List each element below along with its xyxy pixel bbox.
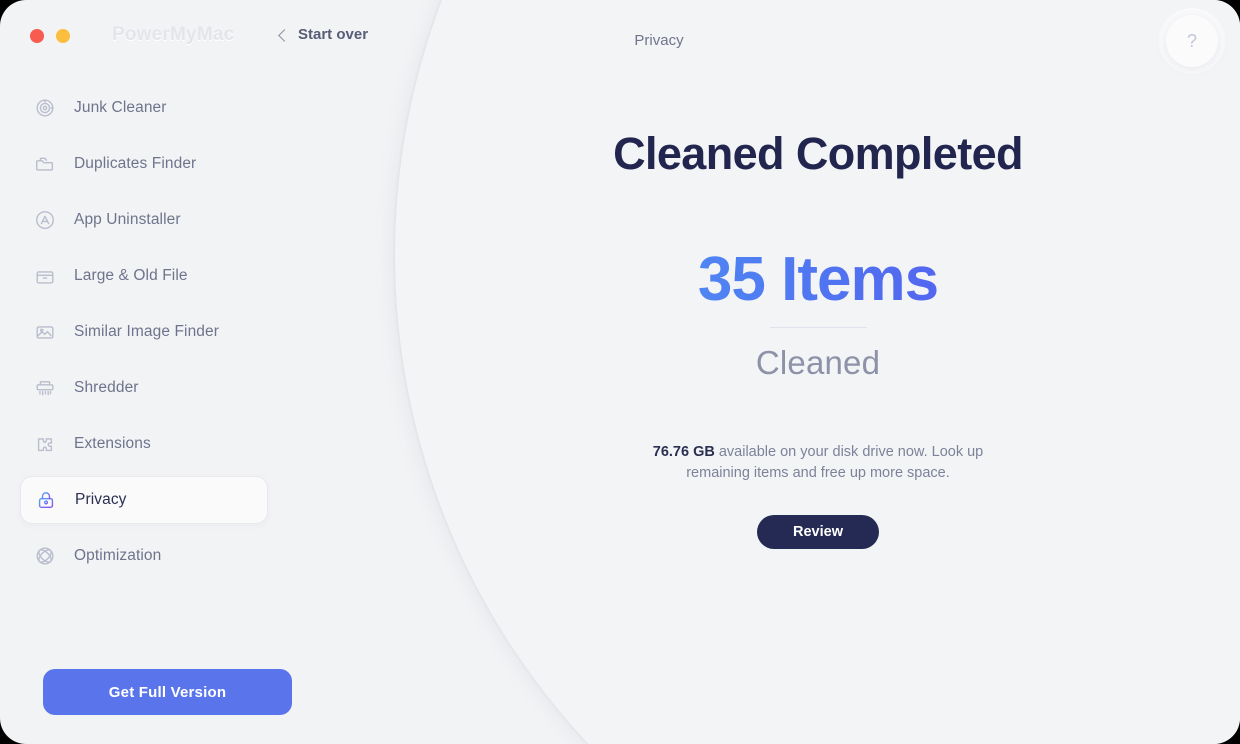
sidebar-item-label: Junk Cleaner	[74, 99, 167, 116]
app-circle-icon	[34, 209, 56, 231]
description-rest: available on your disk drive now. Look u…	[686, 444, 984, 481]
sidebar-item-app-uninstaller[interactable]: App Uninstaller	[20, 196, 270, 244]
app-window: PowerMyMac Start over Privacy ? Junk Cle…	[0, 0, 1240, 744]
puzzle-icon	[34, 433, 56, 455]
archive-box-icon	[34, 265, 56, 287]
review-button[interactable]: Review	[757, 515, 879, 549]
atom-icon	[34, 545, 56, 567]
question-mark-icon: ?	[1186, 30, 1197, 51]
sidebar-item-label: Similar Image Finder	[74, 323, 219, 340]
result-headline: Cleaned Completed	[613, 128, 1023, 179]
sidebar-item-label: Optimization	[74, 547, 162, 564]
sidebar-item-extensions[interactable]: Extensions	[20, 420, 270, 468]
main-content: Cleaned Completed 35 Items Cleaned 76.76…	[396, 72, 1240, 744]
sidebar-item-label: App Uninstaller	[74, 211, 181, 228]
page-title: Privacy	[634, 32, 684, 49]
sidebar-item-large-old-file[interactable]: Large & Old File	[20, 252, 270, 300]
divider	[770, 327, 867, 328]
sidebar-item-shredder[interactable]: Shredder	[20, 364, 270, 412]
sidebar-item-label: Shredder	[74, 379, 139, 396]
image-icon	[34, 321, 56, 343]
get-full-version-button[interactable]: Get Full Version	[43, 669, 292, 715]
sidebar-item-junk-cleaner[interactable]: Junk Cleaner	[20, 84, 270, 132]
disk-space-description: 76.76 GB available on your disk drive no…	[628, 442, 1008, 484]
lock-icon	[35, 489, 57, 511]
available-disk-size: 76.76 GB	[652, 444, 715, 460]
target-icon	[34, 97, 56, 119]
cleaned-items-count: 35 Items	[396, 244, 1240, 315]
sidebar-item-label: Privacy	[75, 491, 127, 508]
sidebar-item-duplicates-finder[interactable]: Duplicates Finder	[20, 140, 270, 188]
folders-icon	[34, 153, 56, 175]
shredder-icon	[34, 377, 56, 399]
sidebar-item-label: Duplicates Finder	[74, 155, 197, 172]
sidebar-item-optimization[interactable]: Optimization	[20, 532, 270, 580]
sidebar: Junk Cleaner Duplicates Finder App Uninsta…	[0, 72, 396, 744]
sidebar-item-label: Large & Old File	[74, 267, 188, 284]
help-button[interactable]: ?	[1166, 15, 1218, 67]
sidebar-item-similar-image-finder[interactable]: Similar Image Finder	[20, 308, 270, 356]
sidebar-item-privacy[interactable]: Privacy	[20, 476, 268, 524]
sidebar-nav-list: Junk Cleaner Duplicates Finder App Uninsta…	[20, 84, 270, 588]
sidebar-item-label: Extensions	[74, 435, 151, 452]
title-bar: PowerMyMac Start over Privacy ?	[0, 0, 1240, 72]
cleaned-subtitle: Cleaned	[755, 344, 881, 381]
